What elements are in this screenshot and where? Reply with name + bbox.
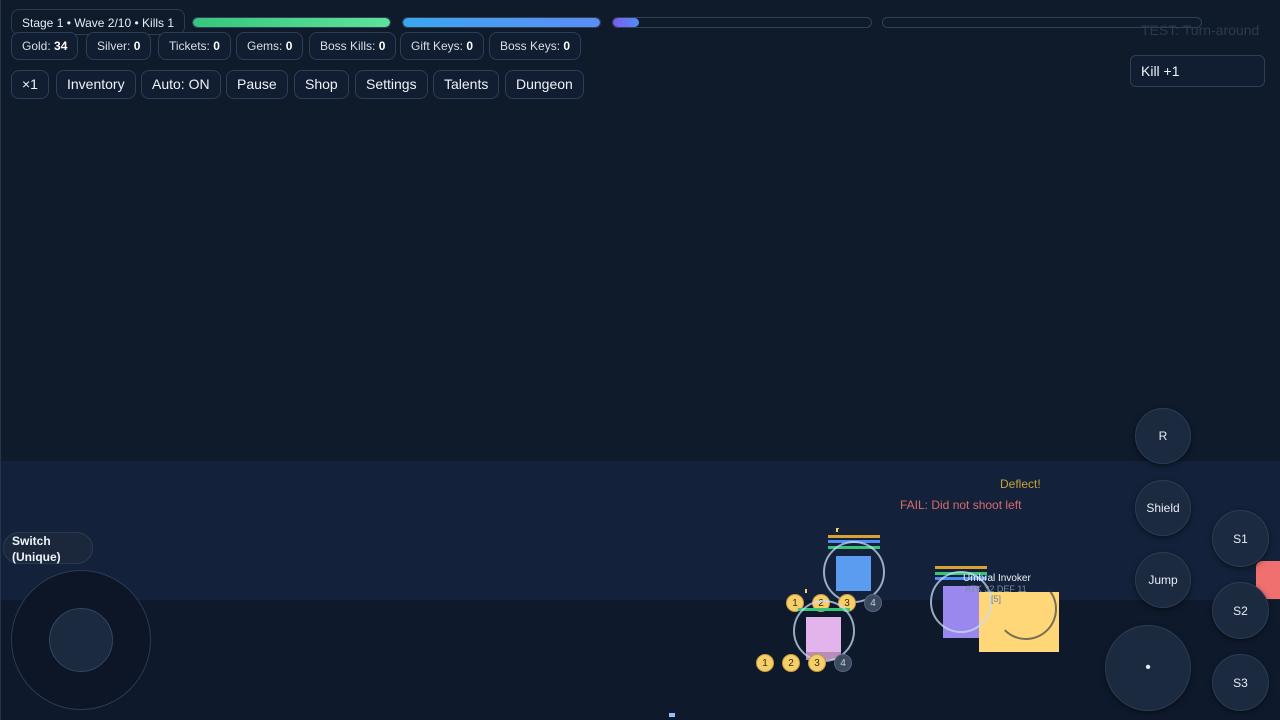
silver-counter: Silver: 0 bbox=[86, 32, 152, 60]
dungeon-button[interactable]: Dungeon bbox=[505, 70, 584, 99]
skill-3-button[interactable]: S3 bbox=[1212, 654, 1269, 711]
auto-toggle-button[interactable]: Auto: ON bbox=[141, 70, 221, 99]
mana-bar bbox=[402, 17, 601, 28]
shop-button[interactable]: Shop bbox=[294, 70, 349, 99]
player-cast-bar bbox=[838, 529, 871, 532]
skill-2-button[interactable]: S2 bbox=[1212, 582, 1269, 639]
tickets-label: Tickets: bbox=[169, 39, 210, 53]
ground-area bbox=[0, 600, 1280, 720]
hp-bar bbox=[192, 17, 391, 28]
gift-keys-value: 0 bbox=[466, 39, 474, 53]
gold-label: Gold: bbox=[22, 39, 51, 53]
fail-text: FAIL: Did not shoot left bbox=[900, 498, 1022, 512]
joystick-thumb[interactable] bbox=[49, 608, 113, 672]
gems-value: 0 bbox=[285, 39, 293, 53]
gift-keys-counter: Gift Keys: 0 bbox=[400, 32, 485, 60]
attack-button[interactable]: • bbox=[1105, 625, 1191, 711]
gems-label: Gems: bbox=[247, 39, 283, 53]
boss-kills-counter: Boss Kills: 0 bbox=[309, 32, 397, 60]
mana-bar-fill bbox=[403, 18, 600, 27]
talents-button[interactable]: Talents bbox=[433, 70, 500, 99]
jump-button[interactable]: Jump bbox=[1135, 552, 1191, 608]
tickets-value: 0 bbox=[213, 39, 220, 53]
enemy-armor-bar bbox=[935, 566, 987, 569]
gold-counter: Gold: 34 bbox=[11, 32, 79, 60]
shield-button[interactable]: Shield bbox=[1135, 480, 1191, 536]
switch-unique-button[interactable]: Switch (Unique) bbox=[3, 532, 93, 564]
skill-slot-lower-2: 2 bbox=[782, 654, 800, 672]
boss-keys-counter: Boss Keys: 0 bbox=[489, 32, 582, 60]
silver-value: 0 bbox=[133, 39, 141, 53]
left-edge bbox=[0, 0, 1, 720]
boss-kills-label: Boss Kills: bbox=[320, 39, 376, 53]
gift-keys-label: Gift Keys: bbox=[411, 39, 464, 53]
inventory-button[interactable]: Inventory bbox=[56, 70, 136, 99]
gems-counter: Gems: 0 bbox=[236, 32, 304, 60]
test-title: TEST: Turn-around bbox=[1141, 22, 1260, 38]
enemy-stats: ATK 32 DEF 11 bbox=[965, 584, 1027, 594]
skill-slot-lower-1: 1 bbox=[756, 654, 774, 672]
skill-slot-upper-4: 4 bbox=[864, 594, 882, 612]
combat-lane bbox=[0, 461, 1280, 600]
enemy-level-tag: [5] bbox=[991, 594, 1002, 604]
boss-kills-value: 0 bbox=[378, 39, 386, 53]
boss-keys-value: 0 bbox=[563, 39, 571, 53]
speed-button[interactable]: ×1 bbox=[11, 70, 49, 99]
reload-button[interactable]: R bbox=[1135, 408, 1191, 464]
deflect-text: Deflect! bbox=[1000, 477, 1041, 491]
projectile bbox=[669, 713, 675, 717]
kill-toast: Kill +1 bbox=[1130, 55, 1265, 87]
hp-bar-fill bbox=[193, 18, 390, 27]
pause-button[interactable]: Pause bbox=[226, 70, 288, 99]
skill-slot-lower-3: 3 bbox=[808, 654, 826, 672]
xp-bar-fill bbox=[613, 18, 639, 27]
silver-label: Silver: bbox=[97, 39, 131, 53]
settings-button[interactable]: Settings bbox=[355, 70, 428, 99]
skill-1-button[interactable]: S1 bbox=[1212, 510, 1269, 567]
boss-keys-label: Boss Keys: bbox=[500, 39, 561, 53]
ally-buff-marker bbox=[805, 589, 807, 593]
tickets-counter: Tickets: 0 bbox=[158, 32, 231, 60]
skill-slot-lower-4: 4 bbox=[834, 654, 852, 672]
gold-value: 34 bbox=[54, 39, 68, 53]
player-energy-bar bbox=[828, 535, 880, 538]
enemy-name: Umbral Invoker bbox=[963, 573, 1031, 584]
ally-aura-ring bbox=[793, 600, 855, 662]
xp-bar bbox=[612, 17, 872, 28]
